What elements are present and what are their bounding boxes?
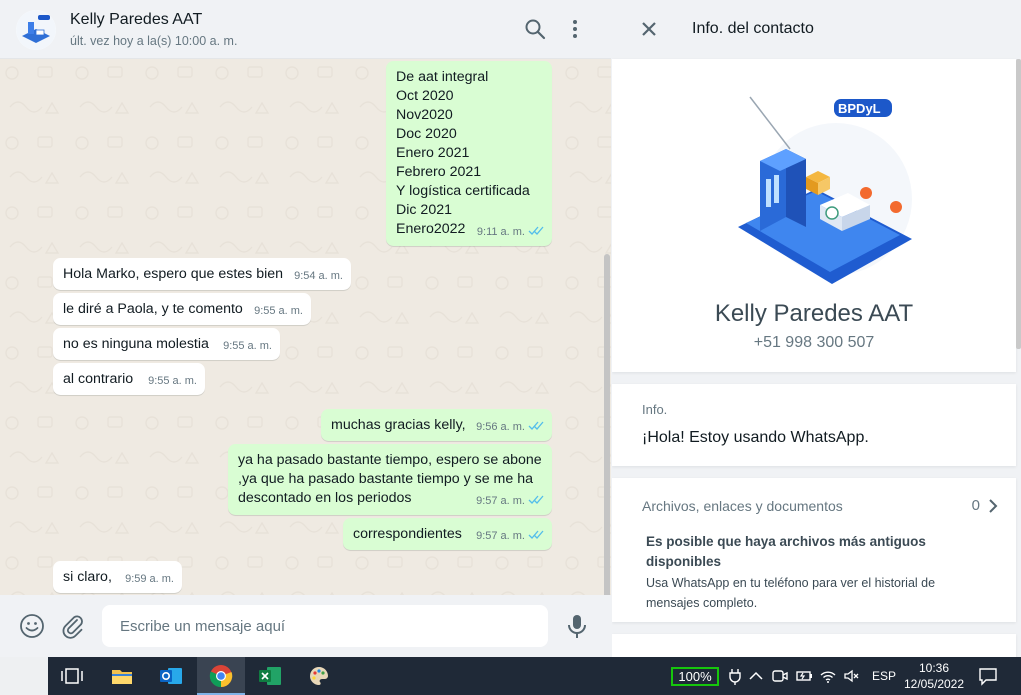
taskbar-clock[interactable]: 10:36 12/05/2022 bbox=[902, 660, 966, 692]
whatsapp-web-window: Kelly Paredes AAT últ. vez hoy a la(s) 1… bbox=[0, 0, 1021, 657]
microphone-icon[interactable] bbox=[564, 613, 590, 639]
contact-info-title: Info. del contacto bbox=[692, 20, 814, 37]
wifi-icon[interactable] bbox=[819, 667, 837, 685]
message-time: 9:54 a. m. bbox=[294, 270, 343, 282]
task-view-icon bbox=[61, 668, 83, 684]
older-files-notice-body: Usa WhatsApp en tu teléfono para ver el … bbox=[646, 576, 936, 610]
message-bubble-incoming[interactable]: le diré a Paola, y te comento 9:55 a. m. bbox=[53, 293, 311, 325]
profile-card: BPDyL Kelly Paredes AAT +51 998 300 507 bbox=[612, 59, 1016, 372]
clock-date: 12/05/2022 bbox=[903, 677, 965, 691]
contact-info-panel: Info. del contacto BPDyL Kelly Paredes A… bbox=[612, 0, 1021, 657]
search-icon[interactable] bbox=[523, 17, 547, 41]
emoji-icon[interactable] bbox=[19, 613, 45, 639]
message-bubble-incoming[interactable]: Hola Marko, espero que estes bien 9:54 a… bbox=[53, 258, 351, 290]
task-view-button[interactable] bbox=[48, 657, 96, 695]
clock-time: 10:36 bbox=[918, 661, 950, 675]
chrome-button[interactable] bbox=[197, 657, 245, 695]
message-bubble-outgoing[interactable]: muchas gracias kelly, 9:56 a. m. bbox=[321, 409, 552, 441]
message-time: 9:55 a. m. bbox=[148, 375, 197, 387]
next-section-card[interactable] bbox=[612, 634, 1016, 657]
message-time: 9:59 a. m. bbox=[125, 573, 174, 585]
message-bubble-incoming[interactable]: si claro, 9:59 a. m. bbox=[53, 561, 182, 593]
battery-percent[interactable]: 100% bbox=[671, 667, 719, 686]
battery-icon[interactable] bbox=[795, 667, 813, 685]
older-files-notice-title: Es posible que haya archivos más antiguo… bbox=[646, 534, 926, 569]
chevron-up-icon[interactable] bbox=[747, 667, 765, 685]
profile-phone: +51 998 300 507 bbox=[753, 334, 875, 351]
message-text: De aat integral Oct 2020 Nov2020 Doc 202… bbox=[396, 69, 530, 237]
message-bubble-outgoing[interactable]: De aat integral Oct 2020 Nov2020 Doc 202… bbox=[386, 61, 552, 246]
about-card: Info. ¡Hola! Estoy usando WhatsApp. bbox=[612, 384, 1016, 466]
paint-icon bbox=[309, 667, 328, 685]
about-label: Info. bbox=[642, 402, 668, 417]
message-time: 9:55 a. m. bbox=[254, 305, 303, 317]
message-time: 9:57 a. m. bbox=[476, 527, 544, 546]
media-files-card: Archivos, enlaces y documentos 0 Es posi… bbox=[612, 478, 1016, 622]
windows-taskbar: 100% ESP 10:36 12/05/2022 bbox=[0, 657, 1021, 695]
menu-icon[interactable] bbox=[563, 17, 587, 41]
read-ticks-icon bbox=[528, 421, 544, 430]
message-list[interactable]: De aat integral Oct 2020 Nov2020 Doc 202… bbox=[0, 59, 611, 595]
power-plug-icon[interactable] bbox=[726, 667, 744, 685]
chat-scrollbar[interactable] bbox=[604, 254, 610, 595]
read-ticks-icon bbox=[528, 495, 544, 504]
excel-icon bbox=[259, 667, 281, 685]
excel-button[interactable] bbox=[246, 657, 294, 695]
attach-icon[interactable] bbox=[60, 613, 86, 639]
outlook-icon bbox=[160, 668, 182, 684]
close-icon[interactable] bbox=[638, 18, 660, 40]
message-bubble-outgoing[interactable]: ya ha pasado bastante tiempo, espero se … bbox=[228, 444, 552, 515]
contact-avatar[interactable] bbox=[16, 10, 56, 50]
message-composer bbox=[0, 595, 611, 657]
media-files-link[interactable]: Archivos, enlaces y documentos bbox=[642, 498, 843, 514]
volume-muted-icon[interactable] bbox=[843, 667, 861, 685]
contact-info-scrollbar[interactable] bbox=[1016, 59, 1021, 349]
message-bubble-incoming[interactable]: al contrario 9:55 a. m. bbox=[53, 363, 205, 395]
chrome-icon bbox=[209, 665, 233, 688]
message-time: 9:11 a. m. bbox=[477, 223, 544, 242]
message-bubble-incoming[interactable]: no es ninguna molestia 9:55 a. m. bbox=[53, 328, 280, 360]
input-language[interactable]: ESP bbox=[872, 669, 896, 683]
avatar-logo-text: BPDyL bbox=[838, 101, 881, 116]
chat-header[interactable]: Kelly Paredes AAT últ. vez hoy a la(s) 1… bbox=[0, 0, 611, 59]
chat-contact-name[interactable]: Kelly Paredes AAT bbox=[70, 11, 202, 29]
meet-camera-icon[interactable] bbox=[771, 667, 789, 685]
message-time: 9:56 a. m. bbox=[476, 418, 544, 437]
message-input[interactable] bbox=[102, 605, 548, 647]
last-seen-status: últ. vez hoy a la(s) 10:00 a. m. bbox=[70, 34, 238, 48]
profile-picture[interactable]: BPDyL bbox=[736, 89, 912, 289]
message-time: 9:57 a. m. bbox=[476, 492, 544, 511]
about-text: ¡Hola! Estoy usando WhatsApp. bbox=[642, 429, 869, 446]
read-ticks-icon bbox=[528, 226, 544, 235]
file-explorer-icon bbox=[112, 670, 132, 684]
read-ticks-icon bbox=[528, 530, 544, 539]
notification-center-icon[interactable] bbox=[978, 666, 998, 686]
media-files-count: 0 bbox=[971, 497, 980, 514]
contact-info-header: Info. del contacto bbox=[612, 0, 1021, 59]
paint-button[interactable] bbox=[295, 657, 343, 695]
message-bubble-outgoing[interactable]: correspondientes 9:57 a. m. bbox=[343, 518, 552, 550]
file-explorer-button[interactable] bbox=[98, 657, 146, 695]
message-time: 9:55 a. m. bbox=[223, 340, 272, 352]
profile-name: Kelly Paredes AAT bbox=[714, 300, 914, 327]
outlook-button[interactable] bbox=[147, 657, 195, 695]
chevron-right-icon[interactable] bbox=[986, 498, 1000, 514]
taskbar-left-strip bbox=[0, 657, 48, 695]
chat-pane: Kelly Paredes AAT últ. vez hoy a la(s) 1… bbox=[0, 0, 611, 657]
